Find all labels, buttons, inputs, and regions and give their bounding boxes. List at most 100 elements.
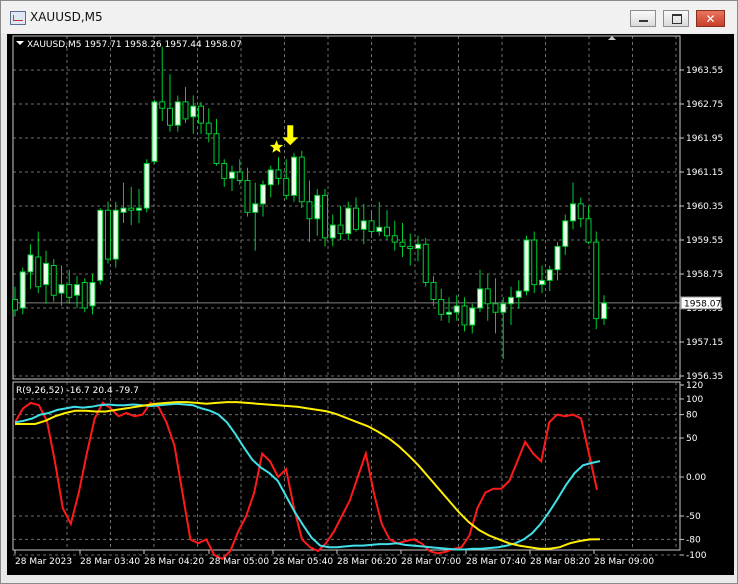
scroll-marker-icon[interactable]: [608, 36, 616, 40]
star-icon: [269, 140, 284, 153]
indicator-label: R(9,26,52) -16.7 20.4 -79.7: [16, 386, 139, 396]
candle-body: [577, 203, 584, 220]
candle-body: [182, 101, 189, 120]
indicator-tick-label: 0.00: [686, 473, 706, 483]
indicator-panel-border: [12, 381, 681, 551]
price-tick-label: 1962.75: [686, 100, 723, 110]
candle-body: [27, 254, 34, 273]
candle-body: [314, 194, 321, 220]
candle-body: [205, 122, 212, 135]
chart-menu-triangle-icon[interactable]: [16, 41, 24, 45]
price-axis[interactable]: 1963.55 1962.75 1961.95 1961.15 1960.35 1959.…: [680, 66, 723, 382]
candle-body: [306, 201, 313, 220]
candle-body: [492, 303, 499, 313]
indicator-axis: 120 100 80 50 0.00 -50 -80 -100: [680, 381, 707, 561]
candle-body: [97, 209, 104, 281]
price-tick-label: 1963.55: [686, 66, 723, 76]
candle-body: [531, 239, 538, 286]
minimize-icon: [639, 20, 648, 22]
candle-body: [252, 203, 259, 213]
candle-body: [422, 243, 429, 283]
maximize-button[interactable]: [663, 10, 689, 27]
candle-body: [136, 207, 142, 211]
time-tick-label: 28 Mar 08:20: [530, 557, 590, 567]
candle-body: [523, 239, 530, 292]
indicator-tick-label: -80: [686, 535, 701, 545]
chart-area[interactable]: 1963.55 1962.75 1961.95 1961.15 1960.35 1959.…: [7, 34, 734, 575]
candle-body: [19, 271, 26, 309]
candle-body: [151, 101, 158, 162]
candle-body: [539, 279, 545, 286]
candle-body: [554, 245, 561, 271]
candle-body: [58, 284, 65, 294]
candle-body: [337, 224, 344, 235]
candles: [12, 46, 607, 359]
candle-body: [407, 245, 414, 249]
candle-body: [275, 169, 282, 179]
price-tick-label: 1961.15: [686, 168, 723, 178]
oscillator-lines: [14, 401, 601, 561]
indicator-tick-label: 100: [686, 395, 703, 405]
candle-body: [562, 220, 569, 247]
candle-body: [399, 241, 406, 247]
candle-body: [260, 184, 266, 205]
candle-body: [345, 207, 352, 235]
candle-body: [167, 107, 173, 126]
candle-body: [43, 262, 49, 286]
chart-canvas[interactable]: 1963.55 1962.75 1961.95 1961.15 1960.35 1959.…: [7, 34, 734, 575]
chart-window-icon: [10, 11, 26, 25]
candle-body: [329, 224, 336, 239]
time-tick-label: 28 Mar 05:00: [209, 557, 269, 567]
minimize-button[interactable]: [630, 10, 656, 27]
candle-body: [229, 171, 235, 179]
candle-body: [430, 282, 437, 300]
current-price-label: 1958.07: [684, 299, 721, 309]
price-grid: [13, 36, 680, 556]
candle-body: [376, 226, 383, 232]
candle-body: [81, 282, 88, 309]
candle-body: [508, 296, 514, 305]
candle-body: [453, 305, 460, 313]
candle-body: [570, 203, 576, 222]
candle-body: [244, 180, 251, 213]
time-tick-label: 28 Mar 07:00: [401, 557, 461, 567]
candle-body: [438, 299, 445, 315]
title-bar[interactable]: XAUUSD,M5 ✕: [1, 1, 737, 33]
close-button[interactable]: ✕: [696, 10, 725, 27]
candle-body: [546, 269, 553, 281]
signals: [269, 125, 299, 153]
time-tick-label: 28 Mar 2023: [15, 557, 72, 567]
candle-body: [360, 220, 367, 230]
candle-body: [12, 299, 18, 311]
candle-body: [128, 207, 135, 211]
candle-body: [213, 133, 220, 164]
maximize-icon: [672, 14, 682, 24]
candle-body: [477, 288, 483, 309]
time-tick-label: 28 Mar 07:40: [466, 557, 526, 567]
candle-body: [74, 284, 80, 296]
time-axis[interactable]: 28 Mar 2023 28 Mar 03:40 28 Mar 04:20 28 Ma…: [14, 550, 654, 567]
candle-body: [298, 156, 305, 203]
candle-body: [461, 305, 468, 326]
candle-body: [105, 209, 111, 260]
time-tick-label: 28 Mar 09:00: [594, 557, 654, 567]
candle-body: [500, 303, 507, 313]
candle-body: [593, 241, 600, 320]
candle-body: [198, 105, 204, 124]
close-icon: ✕: [705, 12, 716, 26]
candle-body: [415, 243, 421, 249]
candle-body: [353, 207, 359, 230]
candle-body: [112, 209, 119, 260]
candle-body: [515, 290, 522, 298]
candle-body: [585, 218, 592, 243]
time-tick-label: 28 Mar 05:40: [273, 557, 333, 567]
price-tick-label: 1957.15: [686, 338, 723, 348]
candle-body: [291, 156, 297, 196]
indicator-tick-label: -50: [686, 512, 701, 522]
candle-body: [484, 288, 491, 305]
time-tick-label: 28 Mar 06:20: [337, 557, 397, 567]
time-tick-label: 28 Mar 04:20: [144, 557, 204, 567]
price-tick-label: 1961.95: [686, 134, 723, 144]
chart-info-label: XAUUSD,M5 1957.71 1958.26 1957.44 1958.0…: [27, 40, 242, 50]
candle-body: [283, 177, 290, 196]
